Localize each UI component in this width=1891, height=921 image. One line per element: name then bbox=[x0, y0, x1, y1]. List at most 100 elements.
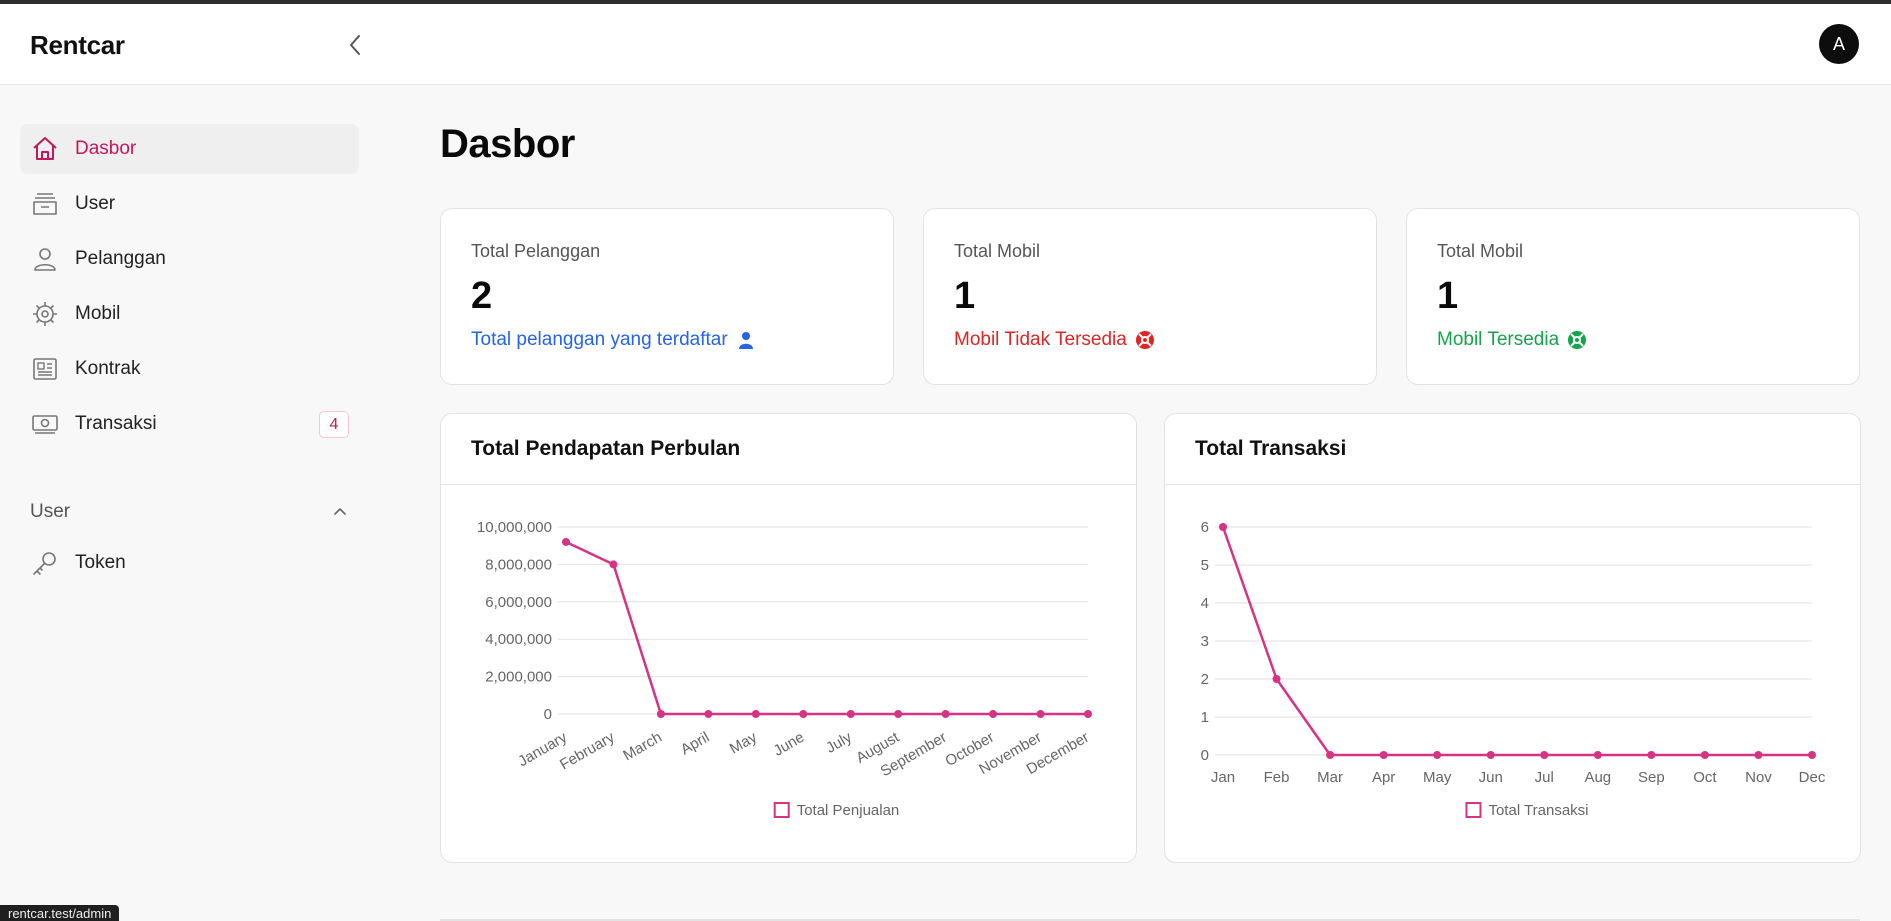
data-point[interactable] bbox=[989, 710, 998, 718]
x-tick-label: Nov bbox=[1745, 769, 1772, 786]
sidebar-section-label: User bbox=[30, 501, 71, 522]
brand-logo[interactable]: Rentcar bbox=[30, 30, 125, 61]
data-point[interactable] bbox=[656, 710, 665, 718]
x-tick-label: Dec bbox=[1799, 769, 1826, 786]
person-icon bbox=[736, 330, 756, 350]
revenue-line-chart: 0 2,000,000 4,000,000 6,000,000 8,000,000 10,… bbox=[477, 519, 1092, 819]
y-tick-label: 6 bbox=[1201, 519, 1209, 536]
x-tick-label: Feb bbox=[1264, 769, 1290, 786]
data-point[interactable] bbox=[1326, 751, 1335, 759]
sidebar-item-mobil[interactable]: Mobil bbox=[20, 289, 359, 339]
data-point[interactable] bbox=[704, 710, 713, 718]
sidebar-item-pelanggan[interactable]: Pelanggan bbox=[20, 234, 359, 284]
data-point[interactable] bbox=[1272, 675, 1281, 683]
legend-item[interactable]: Total Penjualan bbox=[773, 802, 900, 819]
data-point[interactable] bbox=[751, 710, 760, 718]
archive-icon bbox=[30, 189, 60, 219]
data-point[interactable] bbox=[1808, 751, 1816, 759]
x-tick-label: Mar bbox=[1317, 769, 1343, 786]
x-tick-label: May bbox=[727, 728, 760, 757]
stat-note-text: Mobil Tidak Tersedia bbox=[954, 329, 1127, 350]
sidebar-item-label: User bbox=[75, 193, 116, 214]
legend-label: Total Transaksi bbox=[1488, 802, 1588, 819]
x-tick-label: Apr bbox=[1372, 769, 1395, 786]
data-point[interactable] bbox=[1036, 710, 1045, 718]
sidebar-item-label: Kontrak bbox=[75, 358, 141, 379]
collapse-sidebar-button[interactable] bbox=[340, 30, 370, 60]
stat-card-mobil-tidak-tersedia: Total Mobil 1 Mobil Tidak Tersedia bbox=[923, 208, 1377, 385]
data-point[interactable] bbox=[1219, 523, 1227, 531]
legend-item[interactable]: Total Transaksi bbox=[1465, 802, 1589, 819]
stat-note-text: Total pelanggan yang terdaftar bbox=[471, 329, 728, 350]
y-tick-label: 0 bbox=[1201, 747, 1209, 764]
sidebar-item-user[interactable]: User bbox=[20, 179, 359, 229]
data-point[interactable] bbox=[894, 710, 903, 718]
stat-value: 1 bbox=[1437, 275, 1459, 317]
sidebar-item-transaksi[interactable]: Transaksi 4 bbox=[20, 399, 359, 449]
lifebuoy-icon bbox=[1567, 330, 1587, 350]
y-tick-label: 1 bbox=[1201, 709, 1209, 726]
person-icon bbox=[30, 244, 60, 274]
y-tick-label: 10,000,000 bbox=[477, 519, 552, 536]
x-tick-label: Jan bbox=[1211, 769, 1235, 786]
avatar[interactable]: A bbox=[1819, 24, 1859, 64]
stat-value: 1 bbox=[954, 275, 976, 317]
data-point[interactable] bbox=[1647, 751, 1656, 759]
x-tick-label: July bbox=[823, 728, 855, 756]
data-point[interactable] bbox=[1700, 751, 1709, 759]
sidebar-item-label: Token bbox=[75, 552, 126, 573]
data-point[interactable] bbox=[799, 710, 808, 718]
data-point[interactable] bbox=[1593, 751, 1602, 759]
x-tick-label: June bbox=[771, 729, 808, 760]
x-tick-label: March bbox=[620, 729, 665, 765]
gear-icon bbox=[30, 299, 60, 329]
sidebar-item-kontrak[interactable]: Kontrak bbox=[20, 344, 359, 394]
key-icon bbox=[30, 548, 60, 578]
data-point[interactable] bbox=[846, 710, 855, 718]
stat-label: Total Mobil bbox=[1437, 241, 1524, 261]
y-tick-label: 3 bbox=[1201, 633, 1209, 650]
y-tick-label: 8,000,000 bbox=[485, 556, 552, 573]
y-tick-label: 2 bbox=[1201, 671, 1209, 688]
sidebar-section-user-toggle[interactable]: User bbox=[30, 497, 349, 527]
chart-card-transaksi: Total Transaksi 0 1 2 3 4 5 6 Jan Feb Mar Apr May Ju… bbox=[1164, 413, 1861, 863]
stat-note: Mobil Tersedia bbox=[1437, 329, 1587, 351]
transaksi-count-badge: 4 bbox=[319, 411, 349, 438]
sidebar: Dasbor User Pelanggan Mobil Kontrak Tran… bbox=[0, 85, 380, 921]
data-point[interactable] bbox=[1433, 751, 1442, 759]
legend-swatch bbox=[773, 802, 790, 818]
stat-note-text: Mobil Tersedia bbox=[1437, 329, 1560, 350]
legend-label: Total Penjualan bbox=[797, 802, 900, 819]
legend-swatch bbox=[1465, 802, 1482, 818]
y-tick-label: 0 bbox=[544, 706, 552, 723]
chart-card-pendapatan: Total Pendapatan Perbulan 0 2,000,000 4,00… bbox=[440, 413, 1137, 863]
x-tick-label: Oct bbox=[1693, 769, 1717, 786]
data-point[interactable] bbox=[941, 710, 950, 718]
lifebuoy-icon bbox=[1135, 330, 1155, 350]
x-tick-label: April bbox=[678, 729, 712, 759]
data-point[interactable] bbox=[1486, 751, 1495, 759]
transaction-line-chart: 0 1 2 3 4 5 6 Jan Feb Mar Apr May Jun Jul Aug Sep Oct Nov… bbox=[1201, 519, 1826, 819]
newspaper-icon bbox=[30, 354, 60, 384]
x-tick-label: Jul bbox=[1535, 769, 1554, 786]
x-tick-label: February bbox=[557, 728, 618, 773]
sidebar-item-token[interactable]: Token bbox=[20, 538, 359, 588]
sidebar-item-label: Transaksi bbox=[75, 413, 157, 434]
data-point[interactable] bbox=[1084, 710, 1092, 718]
stat-note: Mobil Tidak Tersedia bbox=[954, 329, 1155, 351]
data-point[interactable] bbox=[562, 537, 570, 546]
sidebar-item-dasbor[interactable]: Dasbor bbox=[20, 124, 359, 174]
y-tick-label: 4 bbox=[1201, 595, 1209, 612]
stat-card-total-pelanggan: Total Pelanggan 2 Total pelanggan yang t… bbox=[440, 208, 894, 385]
data-point[interactable] bbox=[1754, 751, 1763, 759]
chevron-left-icon bbox=[350, 35, 360, 55]
data-point[interactable] bbox=[1379, 751, 1388, 759]
series-line bbox=[565, 540, 1088, 716]
sidebar-item-label: Pelanggan bbox=[75, 248, 166, 269]
stat-card-mobil-tersedia: Total Mobil 1 Mobil Tersedia bbox=[1406, 208, 1860, 385]
data-point[interactable] bbox=[609, 560, 618, 569]
x-tick-label: Aug bbox=[1584, 769, 1611, 786]
chevron-up-icon bbox=[334, 508, 346, 515]
sidebar-item-label: Mobil bbox=[75, 303, 121, 324]
data-point[interactable] bbox=[1540, 751, 1549, 759]
